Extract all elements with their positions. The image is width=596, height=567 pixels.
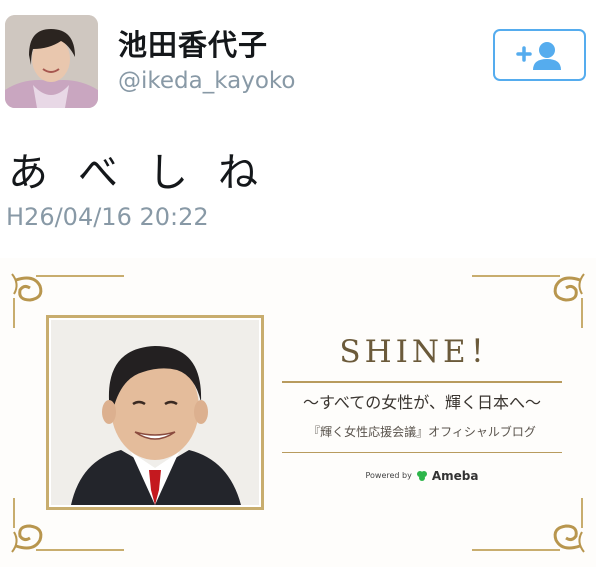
tweet-timestamp[interactable]: H26/04/16 20:22 xyxy=(6,203,209,231)
divider xyxy=(282,381,562,383)
card-subtitle: 〜すべての女性が、輝く日本へ〜 xyxy=(303,392,541,412)
ameba-leaf-icon xyxy=(416,470,427,481)
display-name[interactable]: 池田香代子 xyxy=(118,22,268,64)
ameba-logo-text: Ameba xyxy=(431,468,479,483)
card-title: SHINE！ xyxy=(339,334,505,370)
avatar[interactable] xyxy=(5,15,98,108)
avatar-photo xyxy=(5,15,98,108)
card-brand-block: SHINE！ 〜すべての女性が、輝く日本へ〜 『輝く女性応援会議』オフィシャルブ… xyxy=(282,326,562,483)
follow-button[interactable] xyxy=(493,29,586,81)
powered-by: Powered by Ameba xyxy=(366,469,479,483)
person-plus-icon xyxy=(515,42,561,70)
corner-ornament-icon xyxy=(472,498,585,553)
portrait-frame xyxy=(46,315,264,510)
portrait-photo xyxy=(51,320,259,505)
corner-ornament-icon xyxy=(472,273,585,328)
card-blog-name: 『輝く女性応援会議』オフィシャルブログ xyxy=(308,424,536,439)
attached-image-card[interactable]: SHINE！ 〜すべての女性が、輝く日本へ〜 『輝く女性応援会議』オフィシャルブ… xyxy=(0,258,596,567)
divider xyxy=(282,451,562,453)
powered-by-label: Powered by xyxy=(365,471,412,480)
user-handle[interactable]: @ikeda_kayoko xyxy=(118,68,296,94)
tweet-text: あべしね xyxy=(8,150,288,196)
